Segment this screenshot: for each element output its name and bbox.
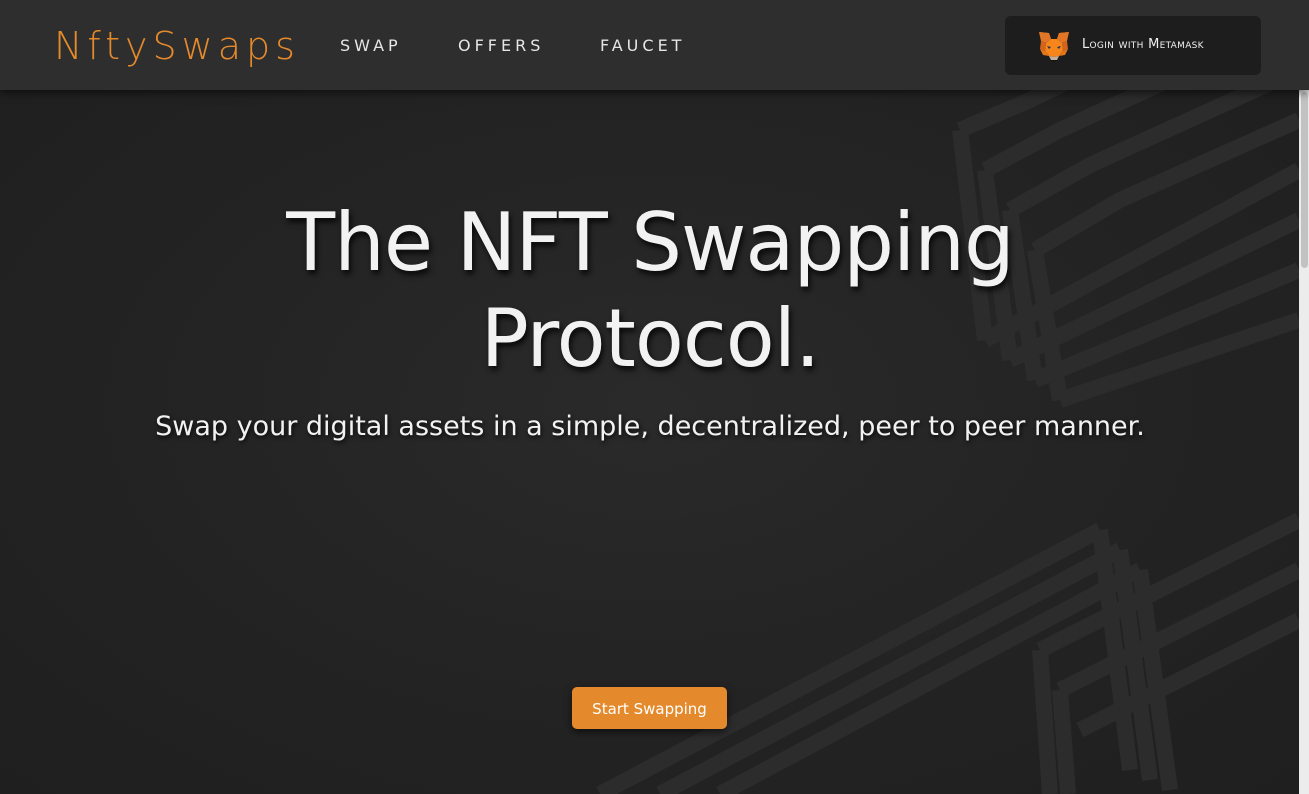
hero-section: The NFT Swapping Protocol. Swap your dig…: [0, 90, 1299, 794]
nav-link-faucet[interactable]: FAUCET: [600, 36, 685, 56]
nav-link-swap[interactable]: SWAP: [340, 36, 402, 56]
hero-title: The NFT Swapping Protocol.: [286, 196, 1014, 385]
login-metamask-button[interactable]: Login with Metamask: [1005, 16, 1261, 75]
hero-subtitle: Swap your digital assets in a simple, de…: [155, 411, 1145, 442]
scrollbar-thumb[interactable]: [1301, 92, 1308, 268]
start-swapping-button[interactable]: Start Swapping: [572, 687, 727, 729]
nav-link-offers[interactable]: OFFERS: [458, 36, 544, 56]
top-navbar: NftySwaps SWAP OFFERS FAUCET Login with …: [0, 0, 1309, 90]
login-button-label: Login with Metamask: [1082, 37, 1204, 52]
brand-logo[interactable]: NftySwaps: [54, 22, 300, 70]
metamask-fox-icon: [1037, 29, 1071, 63]
